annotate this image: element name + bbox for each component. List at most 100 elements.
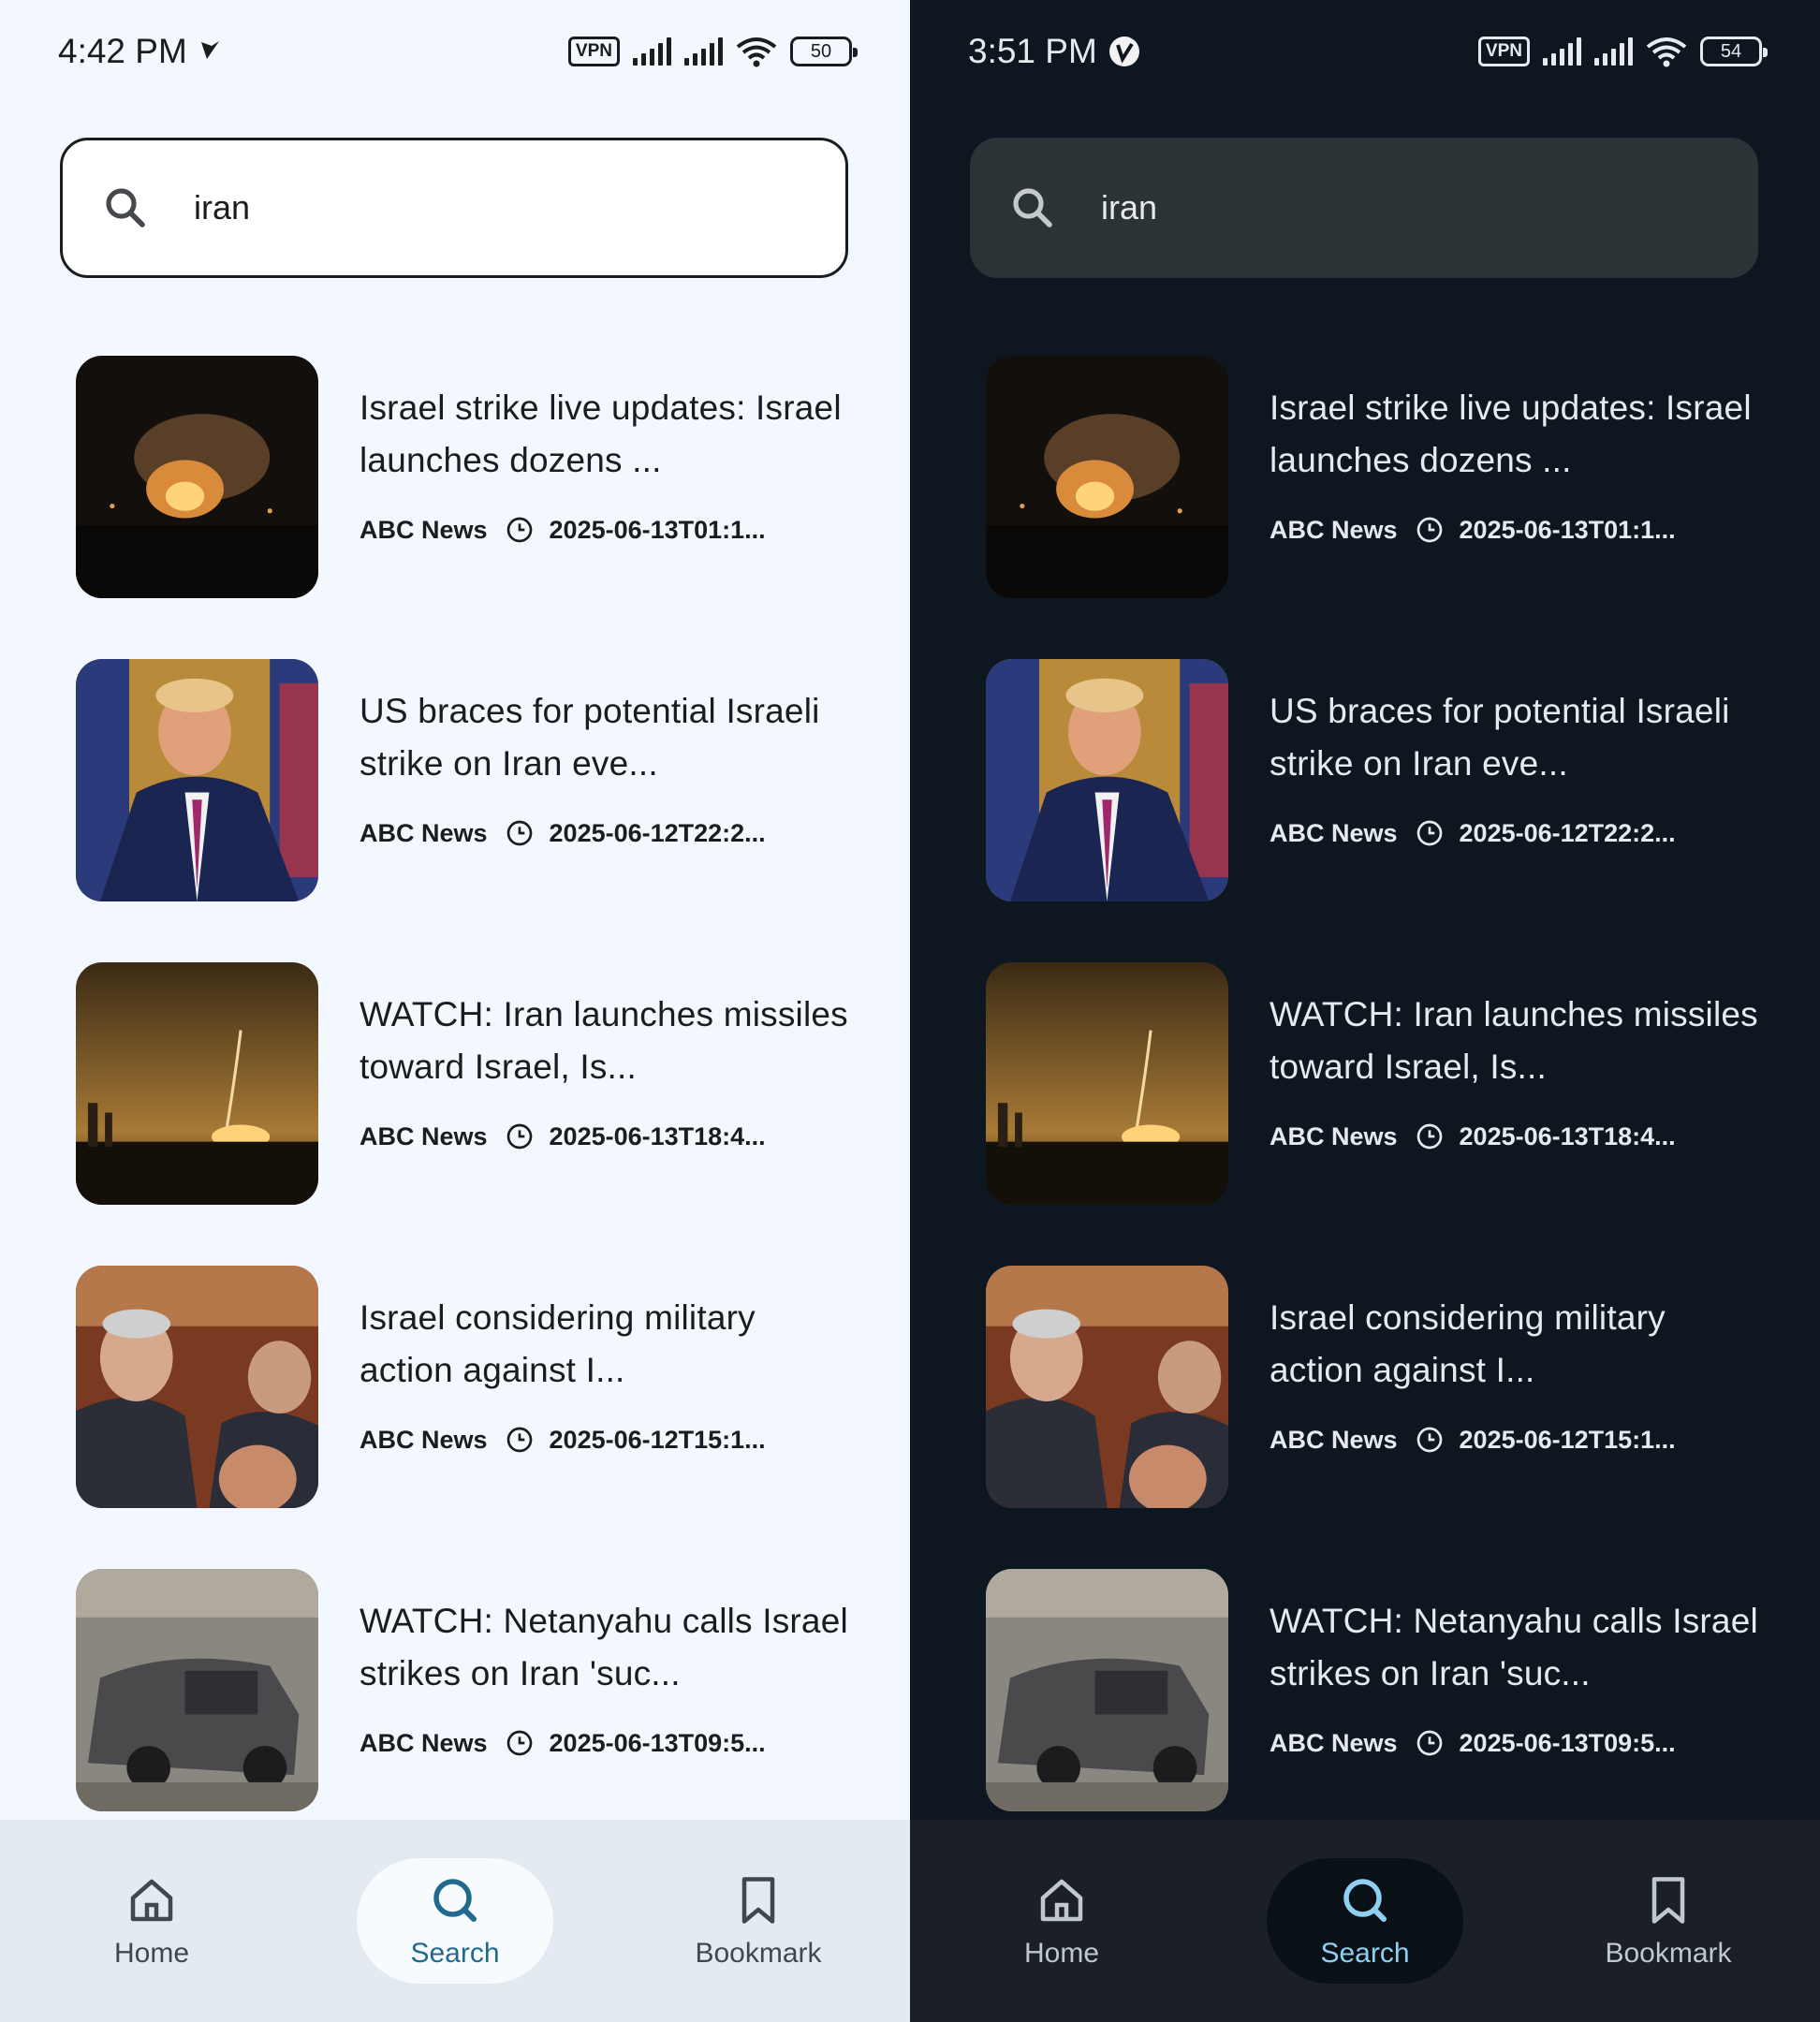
article-item[interactable]: Israel strike live updates: Israel launc… bbox=[986, 356, 1764, 659]
notification-check-icon bbox=[200, 41, 219, 59]
search-bar[interactable]: iran bbox=[970, 138, 1758, 278]
dark-theme-screen: 3:51 PM VPN 54 iran Israel strike live u… bbox=[910, 0, 1820, 2022]
nav-search-label: Search bbox=[1320, 1938, 1410, 1969]
article-item[interactable]: WATCH: Iran launches missiles toward Isr… bbox=[76, 962, 854, 1266]
search-icon bbox=[106, 188, 145, 227]
clock-icon bbox=[506, 1730, 532, 1756]
article-thumbnail bbox=[986, 1266, 1228, 1508]
status-time: 3:51 PM bbox=[968, 32, 1097, 70]
notification-check-icon bbox=[1108, 37, 1139, 66]
clock-icon bbox=[1416, 1123, 1442, 1150]
nav-bookmark[interactable]: Bookmark bbox=[660, 1858, 857, 1984]
article-item[interactable]: US braces for potential Israeli strike o… bbox=[986, 659, 1764, 962]
article-item[interactable]: US braces for potential Israeli strike o… bbox=[76, 659, 854, 962]
article-title: WATCH: Netanyahu calls Israel strikes on… bbox=[1270, 1602, 1758, 1692]
battery-icon: 50 bbox=[790, 37, 858, 66]
bookmark-icon bbox=[741, 1877, 775, 1924]
article-thumbnail bbox=[76, 659, 318, 901]
article-source: ABC News bbox=[360, 818, 488, 847]
article-item[interactable]: Israel considering military action again… bbox=[986, 1266, 1764, 1569]
bottom-navigation: Home Search Bookmark bbox=[910, 1820, 1820, 2022]
clock-icon bbox=[1416, 820, 1442, 846]
article-thumbnail bbox=[76, 1569, 318, 1811]
nav-home[interactable]: Home bbox=[963, 1858, 1160, 1984]
signal-icon bbox=[1543, 37, 1581, 66]
article-thumbnail bbox=[986, 356, 1228, 598]
article-date: 2025-06-13T09:5... bbox=[1459, 1728, 1676, 1757]
article-title: WATCH: Iran launches missiles toward Isr… bbox=[360, 995, 848, 1086]
article-title: Israel strike live updates: Israel launc… bbox=[1270, 388, 1752, 479]
article-thumbnail bbox=[986, 962, 1228, 1205]
clock-icon bbox=[506, 1123, 532, 1150]
clock-icon bbox=[1416, 517, 1442, 543]
nav-bookmark-label: Bookmark bbox=[695, 1938, 822, 1969]
article-list: Israel strike live updates: Israel launc… bbox=[986, 356, 1764, 1872]
article-source: ABC News bbox=[1270, 1425, 1398, 1454]
signal-icon bbox=[633, 37, 671, 66]
article-title: Israel considering military action again… bbox=[360, 1298, 756, 1389]
article-thumbnail bbox=[986, 1569, 1228, 1811]
article-source: ABC News bbox=[360, 1121, 488, 1150]
clock-icon bbox=[506, 517, 532, 543]
nav-search-label: Search bbox=[410, 1938, 500, 1969]
article-title: WATCH: Netanyahu calls Israel strikes on… bbox=[360, 1602, 848, 1692]
light-theme-screen: 4:42 PM VPN 50 iran Israel strike live u… bbox=[0, 0, 910, 2022]
article-title: WATCH: Iran launches missiles toward Isr… bbox=[1270, 995, 1758, 1086]
article-source: ABC News bbox=[360, 1425, 488, 1454]
clock-icon bbox=[1416, 1730, 1442, 1756]
wifi-icon bbox=[1646, 37, 1687, 67]
status-bar: 3:51 PM VPN 54 bbox=[910, 0, 1820, 103]
search-bar[interactable]: iran bbox=[60, 138, 848, 278]
signal-icon bbox=[1594, 37, 1633, 66]
clock-icon bbox=[1416, 1427, 1442, 1453]
signal-icon bbox=[684, 37, 723, 66]
bookmark-icon bbox=[1651, 1877, 1685, 1924]
bottom-navigation: Home Search Bookmark bbox=[0, 1820, 910, 2022]
article-date: 2025-06-13T18:4... bbox=[549, 1121, 766, 1150]
clock-icon bbox=[506, 1427, 532, 1453]
nav-home[interactable]: Home bbox=[53, 1858, 250, 1984]
nav-search[interactable]: Search bbox=[357, 1858, 553, 1984]
article-list: Israel strike live updates: Israel launc… bbox=[76, 356, 854, 1872]
search-icon bbox=[433, 1879, 477, 1922]
article-date: 2025-06-12T22:2... bbox=[1459, 818, 1676, 847]
article-date: 2025-06-12T15:1... bbox=[549, 1425, 766, 1454]
article-date: 2025-06-12T15:1... bbox=[1459, 1425, 1676, 1454]
article-source: ABC News bbox=[360, 1728, 488, 1757]
article-source: ABC News bbox=[1270, 1728, 1398, 1757]
article-date: 2025-06-13T01:1... bbox=[1459, 515, 1676, 544]
article-thumbnail bbox=[986, 659, 1228, 901]
search-icon bbox=[1013, 188, 1052, 227]
article-title: US braces for potential Israeli strike o… bbox=[1270, 692, 1730, 783]
article-title: US braces for potential Israeli strike o… bbox=[360, 692, 820, 783]
article-date: 2025-06-13T18:4... bbox=[1459, 1121, 1676, 1150]
status-time: 4:42 PM bbox=[58, 32, 187, 70]
article-source: ABC News bbox=[1270, 1121, 1398, 1150]
article-source: ABC News bbox=[360, 515, 488, 544]
home-icon bbox=[1040, 1879, 1083, 1922]
nav-bookmark[interactable]: Bookmark bbox=[1570, 1858, 1767, 1984]
article-date: 2025-06-13T09:5... bbox=[549, 1728, 766, 1757]
article-source: ABC News bbox=[1270, 818, 1398, 847]
battery-icon: 54 bbox=[1700, 37, 1768, 66]
article-title: Israel strike live updates: Israel launc… bbox=[360, 388, 842, 479]
article-date: 2025-06-13T01:1... bbox=[549, 515, 766, 544]
article-item[interactable]: Israel considering military action again… bbox=[76, 1266, 854, 1569]
clock-icon bbox=[506, 820, 532, 846]
article-item[interactable]: Israel strike live updates: Israel launc… bbox=[76, 356, 854, 659]
nav-search[interactable]: Search bbox=[1267, 1858, 1463, 1984]
search-input[interactable]: iran bbox=[194, 188, 250, 227]
article-source: ABC News bbox=[1270, 515, 1398, 544]
search-icon bbox=[1343, 1879, 1387, 1922]
article-thumbnail bbox=[76, 962, 318, 1205]
article-thumbnail bbox=[76, 1266, 318, 1508]
search-input[interactable]: iran bbox=[1101, 188, 1157, 227]
article-item[interactable]: WATCH: Iran launches missiles toward Isr… bbox=[986, 962, 1764, 1266]
article-date: 2025-06-12T22:2... bbox=[549, 818, 766, 847]
article-title: Israel considering military action again… bbox=[1270, 1298, 1666, 1389]
nav-home-label: Home bbox=[1023, 1938, 1100, 1969]
status-bar: 4:42 PM VPN 50 bbox=[0, 0, 910, 103]
wifi-icon bbox=[736, 37, 777, 67]
home-icon bbox=[130, 1879, 173, 1922]
vpn-icon: VPN bbox=[1477, 37, 1530, 66]
